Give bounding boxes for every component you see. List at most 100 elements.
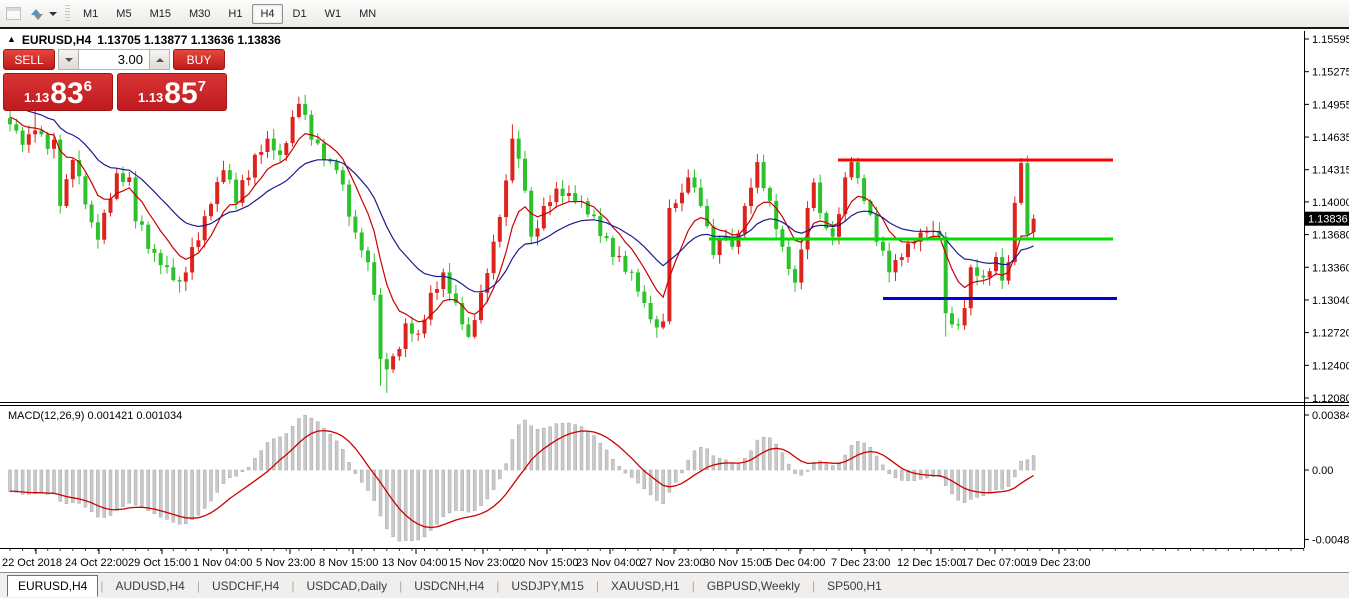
tab-GBPUSD-Weekly[interactable]: GBPUSD,Weekly (697, 576, 810, 596)
timeframe-button-MN[interactable]: MN (351, 4, 384, 24)
dropdown-caret-icon[interactable] (49, 11, 57, 16)
time-tick-label: 13 Nov 04:00 (382, 557, 447, 569)
macd-histogram-bar (410, 469, 414, 541)
macd-histogram-bar (303, 414, 307, 471)
tab-XAUUSD-H1[interactable]: XAUUSD,H1 (601, 576, 690, 596)
candle-body (284, 143, 289, 155)
tab-USDJPY-M15[interactable]: USDJPY,M15 (501, 576, 593, 596)
volume-decrease-button[interactable] (58, 49, 79, 70)
candle-body (409, 323, 414, 334)
candle-body (987, 271, 992, 278)
timeframe-button-M15[interactable]: M15 (142, 4, 179, 24)
candle-body (447, 272, 452, 294)
candle-body (981, 275, 986, 278)
macd-histogram-bar (661, 469, 665, 505)
tab-separator: | (291, 578, 295, 593)
candle-body (975, 267, 980, 276)
macd-histogram-bar (786, 463, 791, 471)
macd-histogram-bar (925, 469, 929, 479)
time-tick-label: 23 Nov 04:00 (576, 557, 641, 569)
candle-body (89, 204, 94, 223)
buy-button[interactable]: BUY (173, 49, 225, 70)
candle-body (755, 162, 760, 188)
candle-body (353, 216, 358, 233)
candle-body (686, 177, 691, 193)
moving-average-line (9, 116, 1034, 323)
macd-histogram-bar (504, 463, 508, 471)
timeframe-button-H4[interactable]: H4 (252, 3, 283, 24)
candle-body (359, 232, 364, 251)
macd-histogram-bar (1025, 459, 1030, 471)
candle-body (717, 239, 722, 255)
macd-histogram-bar (529, 425, 533, 471)
candle-body (435, 289, 439, 293)
timeframe-button-W1[interactable]: W1 (317, 4, 350, 24)
timeframe-button-D1[interactable]: D1 (285, 4, 315, 24)
candle-body (303, 103, 308, 115)
candle-body (830, 228, 835, 237)
candle-body (541, 206, 546, 229)
candle-body (592, 214, 596, 217)
candle-body (899, 257, 904, 260)
candle-body (855, 162, 860, 179)
macd-histogram-bar (152, 469, 157, 514)
tab-USDCHF-H4[interactable]: USDCHF,H4 (202, 576, 289, 596)
macd-histogram-bar (96, 469, 100, 518)
timeframe-button-M5[interactable]: M5 (108, 4, 139, 24)
tab-separator: | (595, 578, 599, 593)
tab-AUDUSD-H4[interactable]: AUDUSD,H4 (105, 576, 194, 596)
current-price-label: 1.13836 (1308, 214, 1348, 226)
macd-histogram-bar (435, 469, 439, 525)
macd-histogram-bar (686, 459, 690, 471)
candle-body (1019, 163, 1024, 203)
candle-body (692, 177, 697, 188)
tab-USDCAD-Daily[interactable]: USDCAD,Daily (296, 576, 397, 596)
macd-histogram-bar (215, 469, 219, 493)
candle-body (774, 200, 779, 230)
bid-price-sup: 6 (83, 78, 93, 95)
macd-histogram-bar (611, 458, 615, 471)
macd-histogram-bar (862, 442, 866, 471)
macd-histogram-bar (673, 469, 678, 483)
candle-body (340, 170, 345, 185)
macd-histogram-bar (221, 469, 226, 484)
macd-histogram-bar (447, 469, 452, 514)
macd-histogram-bar (868, 446, 873, 471)
collapse-trading-widget-icon[interactable]: ▲ (7, 34, 16, 44)
sell-button[interactable]: SELL (3, 49, 55, 70)
tab-EURUSD-H4[interactable]: EURUSD,H4 (7, 574, 99, 597)
macd-histogram-bar (1000, 469, 1004, 490)
macd-histogram-bar (680, 469, 684, 474)
candle-body (227, 170, 232, 180)
candle-body (818, 182, 823, 214)
macd-histogram-bar (761, 436, 766, 471)
macd-histogram-bar (604, 449, 609, 471)
volume-increase-button[interactable] (149, 49, 170, 70)
tab-SP500-H1[interactable]: SP500,H1 (817, 576, 892, 596)
candle-body (441, 272, 446, 290)
macd-histogram-bar (579, 426, 584, 471)
macd-histogram-bar (121, 469, 125, 508)
chart-window-icon[interactable] (2, 4, 24, 24)
candle-body (315, 139, 320, 144)
macd-histogram-bar (472, 469, 477, 511)
candle-body (391, 356, 396, 370)
timeframe-button-M1[interactable]: M1 (75, 4, 106, 24)
arrows-icon[interactable] (26, 4, 48, 24)
macd-histogram-bar (127, 469, 132, 504)
macd-histogram-bar (454, 469, 458, 511)
macd-histogram-bar (347, 462, 351, 471)
tab-USDCNH-H4[interactable]: USDCNH,H4 (404, 576, 494, 596)
volume-input[interactable] (79, 49, 149, 70)
candle-body (190, 247, 195, 273)
timeframe-button-M30[interactable]: M30 (181, 4, 218, 24)
candle-body (215, 182, 220, 205)
macd-histogram-bar (1031, 455, 1036, 471)
tab-separator: | (496, 578, 500, 593)
bid-price-small: 1.13 (23, 90, 50, 105)
candle-body (252, 154, 257, 178)
candle-body (334, 161, 339, 171)
macd-histogram-bar (309, 417, 314, 471)
timeframe-button-H1[interactable]: H1 (220, 4, 250, 24)
macd-histogram-bar (617, 466, 621, 471)
